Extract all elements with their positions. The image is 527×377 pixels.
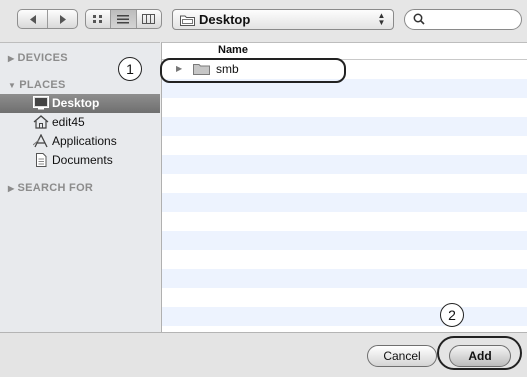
sidebar-item-documents[interactable]: Documents bbox=[0, 151, 160, 170]
folder-icon bbox=[180, 15, 195, 26]
callout-highlight-ring-1 bbox=[160, 58, 346, 83]
callout-number-2: 2 bbox=[440, 303, 464, 327]
sidebar-item-desktop[interactable]: Desktop bbox=[0, 94, 160, 113]
empty-row bbox=[162, 231, 527, 250]
file-list: Name ▶ smb bbox=[161, 42, 527, 333]
callout-number-1: 1 bbox=[118, 57, 142, 81]
callout-highlight-ring-2 bbox=[437, 336, 522, 370]
empty-row bbox=[162, 117, 527, 136]
icon-view-button[interactable] bbox=[86, 10, 112, 28]
list-view-button[interactable] bbox=[111, 10, 137, 28]
empty-row bbox=[162, 136, 527, 155]
column-view-button[interactable] bbox=[137, 10, 161, 28]
sidebar-item-edit45[interactable]: edit45 bbox=[0, 113, 160, 132]
disclosure-right-icon: ▶ bbox=[8, 184, 15, 193]
empty-row bbox=[162, 269, 527, 288]
disclosure-right-icon: ▶ bbox=[8, 54, 15, 63]
back-arrow-icon bbox=[29, 14, 36, 24]
toolbar: Desktop ▲ ▼ bbox=[0, 0, 527, 42]
icon-view-icon bbox=[93, 15, 103, 23]
home-icon bbox=[33, 115, 49, 129]
sidebar-section-search-for[interactable]: ▶ SEARCH FOR bbox=[8, 182, 93, 194]
empty-row bbox=[162, 174, 527, 193]
empty-row bbox=[162, 193, 527, 212]
search-field[interactable] bbox=[404, 9, 522, 30]
forward-arrow-icon bbox=[59, 14, 66, 24]
applications-icon bbox=[33, 134, 48, 148]
list-view-icon bbox=[117, 15, 130, 24]
empty-row bbox=[162, 98, 527, 117]
search-icon bbox=[413, 13, 425, 25]
empty-row bbox=[162, 155, 527, 174]
sidebar-section-places[interactable]: ▼ PLACES bbox=[8, 79, 66, 91]
file-rows: ▶ smb bbox=[162, 60, 527, 326]
back-button[interactable] bbox=[18, 10, 48, 28]
disclosure-down-icon: ▼ bbox=[8, 81, 17, 90]
desktop-icon bbox=[33, 96, 49, 110]
empty-row bbox=[162, 212, 527, 231]
location-popup[interactable]: Desktop ▲ ▼ bbox=[172, 9, 394, 30]
sidebar: ▶ DEVICES ▼ PLACES Desktop edit45 Applicat… bbox=[0, 42, 160, 333]
forward-button[interactable] bbox=[48, 10, 77, 28]
sidebar-item-applications[interactable]: Applications bbox=[0, 132, 160, 151]
column-view-icon bbox=[142, 14, 156, 24]
sidebar-section-devices[interactable]: ▶ DEVICES bbox=[8, 52, 68, 64]
back-forward-control bbox=[17, 9, 78, 29]
cancel-button[interactable]: Cancel bbox=[367, 345, 437, 367]
empty-row bbox=[162, 307, 527, 326]
empty-row bbox=[162, 288, 527, 307]
documents-icon bbox=[36, 153, 47, 167]
empty-row bbox=[162, 250, 527, 269]
popup-arrows-icon: ▲ ▼ bbox=[377, 11, 386, 27]
view-mode-control bbox=[85, 9, 162, 29]
location-label: Desktop bbox=[199, 12, 251, 27]
